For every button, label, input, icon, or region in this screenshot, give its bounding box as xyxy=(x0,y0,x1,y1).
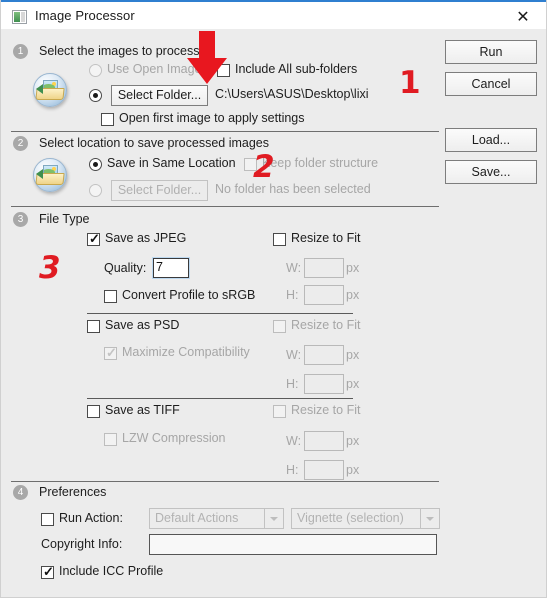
jpeg-height-px-label: px xyxy=(346,288,360,302)
divider-jpeg-psd xyxy=(87,313,353,314)
section-3-title: File Type xyxy=(39,212,90,226)
jpeg-width-px-label: px xyxy=(346,261,360,275)
psd-resize-to-fit-checkbox[interactable] xyxy=(273,320,286,333)
folder-save-icon xyxy=(31,157,71,193)
save-as-psd-checkbox[interactable] xyxy=(87,320,100,333)
divider-2 xyxy=(11,206,439,207)
save-as-jpeg-label: Save as JPEG xyxy=(105,231,187,245)
image-processor-dialog: Image Processor ✕ Run Cancel Load... Sav… xyxy=(0,0,547,598)
section-4-title: Preferences xyxy=(39,485,107,499)
action-dropdown[interactable]: Vignette (selection) xyxy=(291,508,421,529)
psd-width-label: W: xyxy=(286,348,302,362)
annotation-number-1: 1 xyxy=(399,65,421,101)
window-title: Image Processor xyxy=(35,8,135,23)
tiff-width-label: W: xyxy=(286,434,302,448)
include-icc-profile-label: Include ICC Profile xyxy=(59,564,164,578)
psd-height-px-label: px xyxy=(346,377,360,391)
open-first-image-checkbox[interactable] xyxy=(101,113,114,126)
open-first-image-label: Open first image to apply settings xyxy=(119,111,305,125)
convert-profile-srgb-checkbox[interactable] xyxy=(104,290,117,303)
section-4-badge: 4 xyxy=(13,485,28,500)
cancel-button[interactable]: Cancel xyxy=(445,72,537,96)
select-folder-radio-2[interactable] xyxy=(89,184,102,197)
save-same-location-radio[interactable] xyxy=(89,158,102,171)
save-as-tiff-label: Save as TIFF xyxy=(105,403,180,417)
close-icon[interactable]: ✕ xyxy=(500,4,546,31)
jpeg-quality-label: Quality: xyxy=(104,261,147,275)
divider-psd-tiff xyxy=(87,398,353,399)
jpeg-quality-input[interactable]: 7 xyxy=(153,258,189,278)
tiff-resize-to-fit-checkbox[interactable] xyxy=(273,405,286,418)
run-action-label: Run Action: xyxy=(59,511,123,525)
tiff-width-px-label: px xyxy=(346,434,360,448)
tiff-width-input[interactable] xyxy=(304,431,344,451)
include-icc-profile-checkbox[interactable]: ✓ xyxy=(41,565,54,579)
annotation-number-3: 3 xyxy=(39,250,61,286)
divider-3 xyxy=(11,481,439,482)
select-folder-button-2[interactable]: Select Folder... xyxy=(111,180,208,201)
tiff-resize-to-fit-label: Resize to Fit xyxy=(291,403,361,417)
psd-width-input[interactable] xyxy=(304,345,344,365)
divider-1 xyxy=(11,131,439,132)
save-button[interactable]: Save... xyxy=(445,160,537,184)
save-same-location-label: Save in Same Location xyxy=(107,156,236,170)
image-processor-icon xyxy=(12,10,27,24)
annotation-number-2: 2 xyxy=(253,149,275,185)
tiff-height-px-label: px xyxy=(346,463,360,477)
convert-profile-srgb-label: Convert Profile to sRGB xyxy=(122,288,256,302)
action-set-dropdown[interactable]: Default Actions xyxy=(149,508,265,529)
psd-height-input[interactable] xyxy=(304,374,344,394)
copyright-info-input[interactable] xyxy=(149,534,437,555)
section-3-badge: 3 xyxy=(13,212,28,227)
psd-width-px-label: px xyxy=(346,348,360,362)
lzw-compression-checkbox[interactable] xyxy=(104,433,117,446)
keep-folder-structure-label: Keep folder structure xyxy=(262,156,379,170)
run-action-checkbox[interactable] xyxy=(41,513,54,526)
jpeg-resize-to-fit-label: Resize to Fit xyxy=(291,231,361,245)
action-chevron-down-icon[interactable] xyxy=(420,508,440,529)
section-1-badge: 1 xyxy=(13,44,28,59)
no-folder-selected-text: No folder has been selected xyxy=(215,182,371,196)
run-button[interactable]: Run xyxy=(445,40,537,64)
jpeg-height-input[interactable] xyxy=(304,285,344,305)
save-as-tiff-checkbox[interactable] xyxy=(87,405,100,418)
psd-resize-to-fit-label: Resize to Fit xyxy=(291,318,361,332)
jpeg-width-input[interactable] xyxy=(304,258,344,278)
down-arrow-annotation xyxy=(187,31,227,84)
select-folder-button-1[interactable]: Select Folder... xyxy=(111,85,208,106)
jpeg-height-label: H: xyxy=(286,288,299,302)
lzw-compression-label: LZW Compression xyxy=(122,431,226,445)
select-folder-radio-1[interactable] xyxy=(89,89,102,102)
folder-image-icon xyxy=(31,72,71,108)
maximize-compatibility-label: Maximize Compatibility xyxy=(122,345,250,359)
jpeg-resize-to-fit-checkbox[interactable] xyxy=(273,233,286,246)
save-as-jpeg-checkbox[interactable]: ✓ xyxy=(87,232,100,246)
use-open-images-radio[interactable] xyxy=(89,64,102,77)
action-set-chevron-down-icon[interactable] xyxy=(264,508,284,529)
save-as-psd-label: Save as PSD xyxy=(105,318,180,332)
psd-height-label: H: xyxy=(286,377,299,391)
include-sub-folders-label: Include All sub-folders xyxy=(235,62,358,76)
copyright-info-label: Copyright Info: xyxy=(41,537,123,551)
maximize-compatibility-checkbox[interactable]: ✓ xyxy=(104,346,117,360)
title-bar: Image Processor ✕ xyxy=(1,0,546,29)
jpeg-width-label: W: xyxy=(286,261,302,275)
tiff-height-label: H: xyxy=(286,463,299,477)
selected-folder-path: C:\Users\ASUS\Desktop\lixi xyxy=(215,87,369,101)
tiff-height-input[interactable] xyxy=(304,460,344,480)
section-1-title: Select the images to process xyxy=(39,44,200,58)
section-2-badge: 2 xyxy=(13,136,28,151)
load-button[interactable]: Load... xyxy=(445,128,537,152)
section-2-title: Select location to save processed images xyxy=(39,136,269,150)
